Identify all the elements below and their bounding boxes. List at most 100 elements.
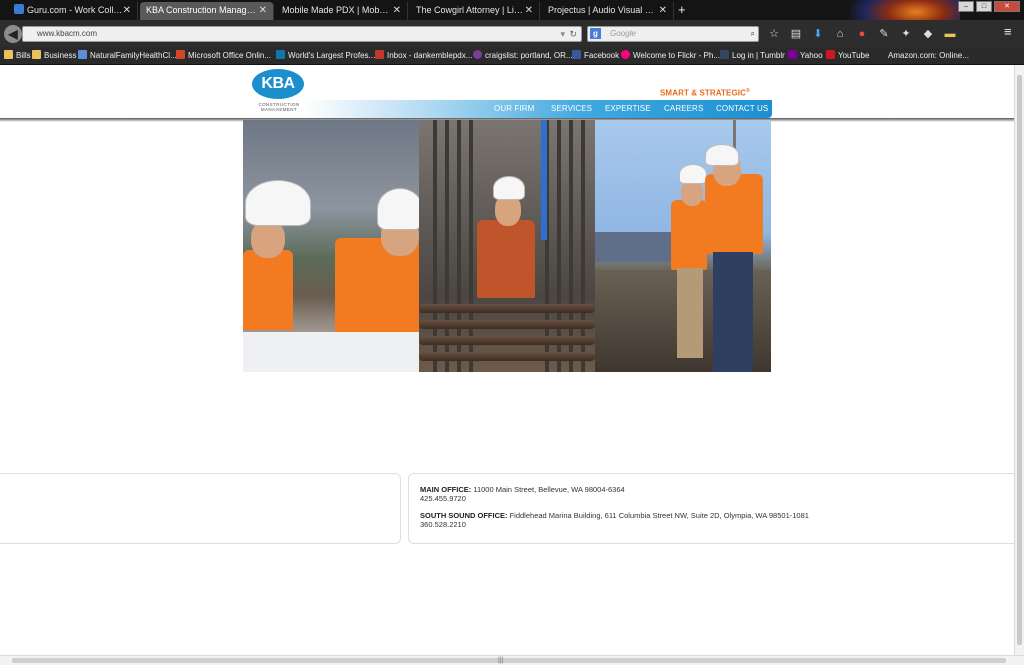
plans-paper [243, 332, 419, 372]
office-phone[interactable]: 425.455.9720 [420, 494, 466, 503]
bookmark-item[interactable]: YouTube [826, 50, 869, 62]
scroll-thumb[interactable] [1017, 75, 1022, 645]
hard-hat-icon [493, 176, 525, 200]
facebook-icon [572, 50, 581, 59]
vertical-scrollbar[interactable] [1014, 65, 1024, 655]
bookmark-item[interactable]: Business [32, 50, 76, 62]
close-window-icon[interactable]: ✕ [994, 1, 1020, 12]
bookmark-item[interactable]: World's Largest Profes... [276, 50, 375, 62]
folder-icon [4, 50, 13, 59]
reload-icon[interactable]: ↻ [569, 27, 577, 41]
search-input[interactable]: g Google ⌕ [587, 26, 759, 42]
tab-active[interactable]: KBA Construction Managemen...✕ [140, 2, 274, 20]
hard-hat-icon [377, 188, 419, 230]
office-icon [176, 50, 185, 59]
hard-hat-icon [679, 164, 707, 184]
yahoo-icon [788, 50, 797, 59]
tab-title: Guru.com - Work Collectio... [27, 5, 125, 15]
main-office: MAIN OFFICE: 11000 Main Street, Bellevue… [420, 485, 625, 503]
bookmark-item[interactable]: Facebook [572, 50, 619, 62]
nav-our-firm[interactable]: OUR FIRM [494, 104, 534, 113]
nav-contact-us[interactable]: CONTACT US [716, 104, 768, 113]
south-sound-office: SOUTH SOUND OFFICE: Fiddlehead Marina Bu… [420, 511, 809, 529]
search-placeholder: Google [610, 29, 636, 38]
horizontal-scrollbar[interactable]: ||| [0, 655, 1024, 665]
logo-subtitle: CONSTRUCTION MANAGEMENT [258, 102, 300, 112]
tab-title: The Cowgirl Attorney | Lighthe... [416, 5, 524, 15]
photo-rebar-inspection [419, 120, 595, 372]
footer-left-panel [0, 473, 401, 544]
grip-icon: ||| [498, 657, 504, 664]
photo-site-discussion [595, 120, 771, 372]
kba-logo[interactable]: KBA CONSTRUCTION MANAGEMENT [252, 69, 306, 113]
nav-careers[interactable]: CAREERS [664, 104, 703, 113]
hard-hat-icon [705, 144, 739, 166]
tab[interactable]: Projectus | Audio Visual System...✕ [542, 2, 674, 20]
tumblr-icon [720, 50, 729, 59]
youtube-icon [826, 50, 835, 59]
site-icon [78, 50, 87, 59]
office-phone[interactable]: 360.528.2210 [420, 520, 466, 529]
mail-icon [375, 50, 384, 59]
bookmark-item[interactable]: Inbox - dankemblepdx... [375, 50, 472, 62]
bookmark-item[interactable]: Amazon.com: Online... [888, 50, 969, 62]
tab-title: KBA Construction Managemen... [146, 5, 258, 15]
maximize-icon[interactable]: □ [976, 1, 992, 12]
bookmark-star-icon[interactable]: ☆ [763, 24, 785, 44]
close-icon[interactable]: ✕ [525, 2, 533, 19]
back-arrow-icon[interactable]: ◀ [4, 25, 22, 43]
bookmark-item[interactable]: Microsoft Office Onlin... [176, 50, 271, 62]
registered-mark: ® [746, 88, 750, 94]
extension-icon[interactable]: ▬ [939, 24, 961, 44]
close-icon[interactable]: ✕ [259, 2, 267, 19]
flickr-icon [621, 50, 630, 59]
url-text: www.kbacm.com [37, 29, 98, 38]
nav-expertise[interactable]: EXPERTISE [605, 104, 651, 113]
download-icon[interactable]: ⬇ [807, 24, 829, 44]
dropdown-icon[interactable]: ▾ [560, 27, 565, 41]
office-label: SOUTH SOUND OFFICE: [420, 511, 508, 520]
bookmark-item[interactable]: Welcome to Flickr - Ph... [621, 50, 720, 62]
close-icon[interactable]: ✕ [123, 2, 131, 19]
new-tab-button[interactable]: + [678, 2, 686, 17]
close-icon[interactable]: ✕ [659, 2, 667, 19]
tab-bar: Guru.com - Work Collectio...✕ KBA Constr… [0, 0, 1024, 40]
office-label: MAIN OFFICE: [420, 485, 472, 494]
extension-icon[interactable]: ✦ [895, 24, 917, 44]
home-icon[interactable]: ⌂ [829, 24, 851, 44]
tab-title: Mobile Made PDX | Mobile Ma... [282, 5, 390, 15]
bookmarks-toolbar: Bills Business NaturalFamilyHealthCl... … [0, 47, 1024, 65]
navigation-toolbar: ◀ www.kbacm.com ▾ ↻ g Google ⌕ ☆ ▤ ⬇ ⌂ ●… [0, 20, 1024, 47]
search-icon[interactable]: ⌕ [751, 27, 755, 41]
peace-icon [473, 50, 482, 59]
extension-icon[interactable]: ✎ [873, 24, 895, 44]
folder-icon [32, 50, 41, 59]
extension-icon[interactable]: ◆ [917, 24, 939, 44]
adblock-icon[interactable]: ● [851, 24, 873, 44]
hard-hat-icon [245, 180, 311, 226]
nav-services[interactable]: SERVICES [551, 104, 592, 113]
close-icon[interactable]: ✕ [393, 2, 401, 19]
tab[interactable]: Guru.com - Work Collectio...✕ [8, 2, 138, 20]
logo-mark: KBA [252, 69, 304, 99]
google-icon: g [590, 28, 601, 39]
linkedin-icon [276, 50, 285, 59]
bookmark-item[interactable]: craigslist: portland, OR... [473, 50, 573, 62]
bookmark-item[interactable]: NaturalFamilyHealthCl... [78, 50, 177, 62]
address-bar[interactable]: www.kbacm.com ▾ ↻ [22, 26, 582, 42]
bookmarks-list-icon[interactable]: ▤ [785, 24, 807, 44]
menu-icon[interactable]: ≡ [1004, 25, 1018, 38]
office-address: 11000 Main Street, Bellevue, WA 98004-63… [473, 485, 625, 494]
tagline: SMART & STRATEGIC® [660, 88, 750, 98]
site-icon [14, 4, 24, 14]
footer-contact-panel [408, 473, 1014, 544]
minimize-icon[interactable]: – [958, 1, 974, 12]
scroll-thumb[interactable] [12, 658, 1006, 663]
photo-engineers-reviewing-plans [243, 120, 419, 372]
tab-title: Projectus | Audio Visual System... [548, 5, 658, 15]
bookmark-item[interactable]: Bills [4, 50, 31, 62]
tab[interactable]: The Cowgirl Attorney | Lighthe...✕ [410, 2, 540, 20]
bookmark-item[interactable]: Log in | Tumblr [720, 50, 785, 62]
tab[interactable]: Mobile Made PDX | Mobile Ma...✕ [276, 2, 408, 20]
bookmark-item[interactable]: Yahoo [788, 50, 823, 62]
